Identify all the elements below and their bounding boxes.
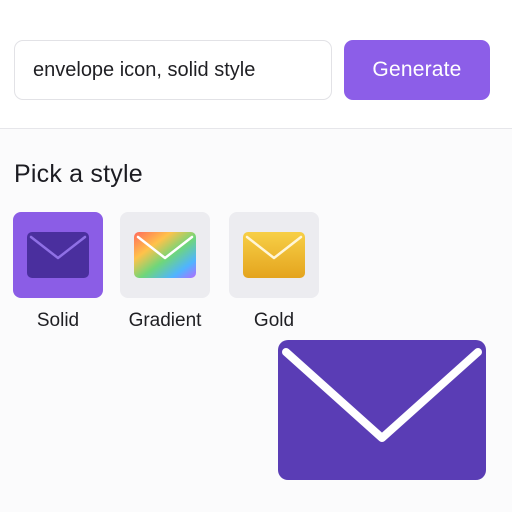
style-option-solid[interactable]: Solid bbox=[13, 212, 105, 332]
style-tile-gradient bbox=[120, 212, 210, 298]
envelope-preview-icon bbox=[278, 340, 486, 480]
style-label-gold: Gold bbox=[253, 310, 295, 331]
divider bbox=[0, 128, 512, 129]
envelope-gradient-icon bbox=[134, 232, 196, 278]
style-option-gradient[interactable]: Gradient bbox=[120, 212, 212, 332]
prompt-bar: Generate bbox=[0, 0, 512, 128]
icon-generator-page: Generate Pick a style Solid bbox=[0, 0, 512, 512]
generate-button[interactable]: Generate bbox=[344, 40, 490, 100]
style-label-gradient: Gradient bbox=[128, 310, 202, 331]
style-section-title: Pick a style bbox=[14, 160, 143, 188]
prompt-input[interactable] bbox=[14, 40, 332, 100]
style-tile-solid bbox=[13, 212, 103, 298]
style-label-solid: Solid bbox=[36, 310, 80, 331]
envelope-gold-icon bbox=[243, 232, 305, 278]
style-option-gold[interactable]: Gold bbox=[229, 212, 321, 332]
style-tile-gold bbox=[229, 212, 319, 298]
envelope-solid-icon bbox=[27, 232, 89, 278]
